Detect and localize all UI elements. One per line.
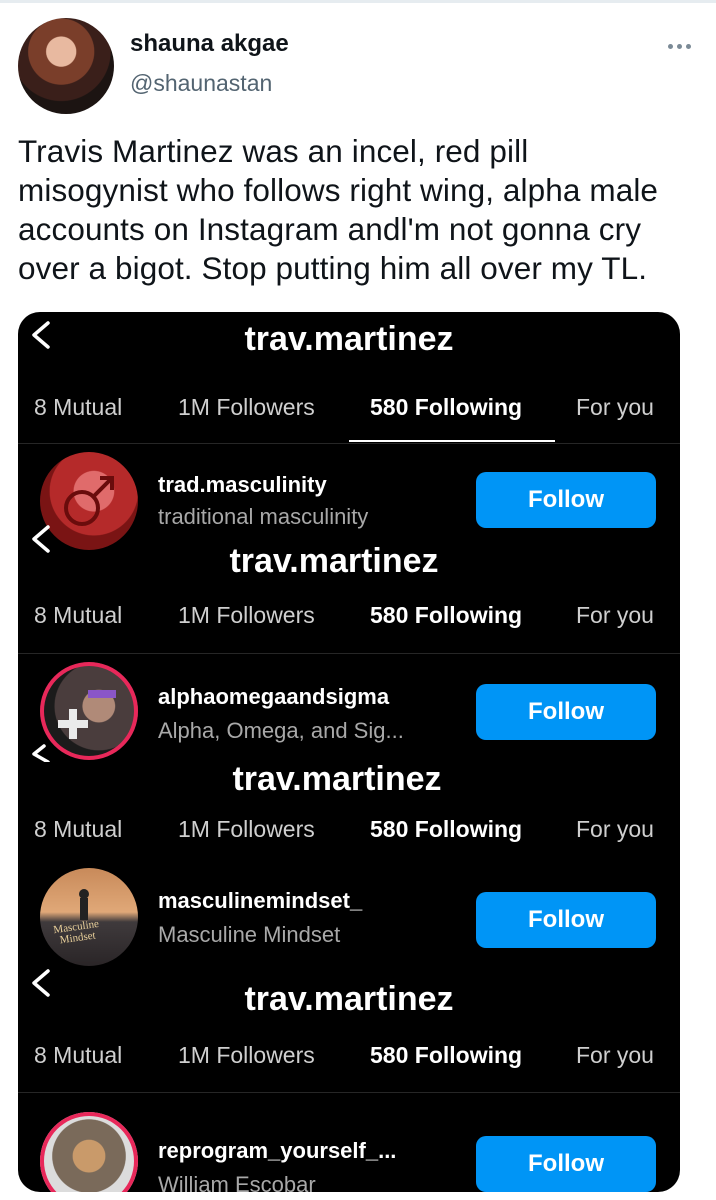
profile-tabs: 8 Mutual 1M Followers 580 Following For … <box>18 602 680 642</box>
account-handle: masculinemindset_ <box>158 888 363 913</box>
tweet-line: Travis Martinez was an incel, red pill <box>18 133 529 169</box>
tab-following: 580 Following <box>370 394 523 420</box>
tab-mutual: 8 Mutual <box>34 394 123 420</box>
tweet-line: accounts on Instagram andl'm not gonna c… <box>18 211 642 247</box>
tab-followers: 1M Followers <box>178 816 315 842</box>
profile-title: trav.martinez <box>244 980 454 1018</box>
top-divider <box>0 0 716 3</box>
tab-for-you: For you <box>576 1042 654 1068</box>
tab-for-you: For you <box>576 602 654 628</box>
follow-button: Follow <box>476 472 656 528</box>
profile-title: trav.martinez <box>232 760 442 798</box>
profile-tabs: 8 Mutual 1M Followers 580 Following For … <box>18 1042 680 1082</box>
tab-followers: 1M Followers <box>178 1042 315 1068</box>
following-panel-3: trav.martinez 8 Mutual 1M Followers 580 … <box>18 744 680 966</box>
tab-followers: 1M Followers <box>178 394 315 420</box>
profile-tabs: 8 Mutual 1M Followers 580 Following For … <box>18 816 680 856</box>
tab-following: 580 Following <box>370 1042 523 1068</box>
following-panel-1: trav.martinez 8 Mutual 1M Followers 580 … <box>18 312 680 550</box>
profile-title: trav.martinez <box>229 542 439 580</box>
author-name[interactable]: shauna akgae <box>130 30 289 58</box>
account-avatar <box>40 1112 138 1192</box>
profile-tabs: 8 Mutual 1M Followers 580 Following For … <box>18 394 680 434</box>
tab-mutual: 8 Mutual <box>34 816 123 842</box>
divider <box>18 443 680 444</box>
tab-for-you: For you <box>576 816 654 842</box>
tweet-line: misogynist who follows right wing, alpha… <box>18 172 659 208</box>
active-tab-indicator <box>349 440 555 442</box>
account-avatar: Masculine Mindset <box>40 868 138 966</box>
following-panel-4: trav.martinez 8 Mutual 1M Followers 580 … <box>18 966 680 1192</box>
account-handle: trad.masculinity <box>158 472 327 497</box>
profile-title: trav.martinez <box>244 320 454 358</box>
follow-button: Follow <box>476 892 656 948</box>
instagram-screenshot[interactable]: trav.martinez 8 Mutual 1M Followers 580 … <box>18 312 680 1192</box>
following-panel-2: trav.martinez 8 Mutual 1M Followers 580 … <box>18 525 680 760</box>
tweet-text: Travis Martinez was an incel, red pill m… <box>18 132 708 288</box>
tab-mutual: 8 Mutual <box>34 602 123 628</box>
author-handle[interactable]: @shaunastan <box>130 70 272 97</box>
tweet-line: over a bigot. Stop putting him all over … <box>18 250 648 286</box>
tab-mutual: 8 Mutual <box>34 1042 123 1068</box>
more-options-icon[interactable] <box>666 36 694 56</box>
follow-button: Follow <box>476 1136 656 1192</box>
account-handle: reprogram_yourself_... <box>158 1138 397 1163</box>
author-avatar[interactable] <box>18 18 114 114</box>
account-name: Masculine Mindset <box>158 922 341 947</box>
account-name: Alpha, Omega, and Sig... <box>158 718 404 743</box>
account-handle: alphaomegaandsigma <box>158 684 390 709</box>
account-name: William Escobar <box>158 1172 316 1192</box>
divider <box>18 653 680 654</box>
tab-following: 580 Following <box>370 602 523 628</box>
back-arrow-icon <box>28 742 54 764</box>
divider <box>18 1092 680 1093</box>
tab-following: 580 Following <box>370 816 523 842</box>
tab-for-you: For you <box>576 394 654 420</box>
tab-followers: 1M Followers <box>178 602 315 628</box>
follow-button: Follow <box>476 684 656 740</box>
account-name: traditional masculinity <box>158 504 369 529</box>
